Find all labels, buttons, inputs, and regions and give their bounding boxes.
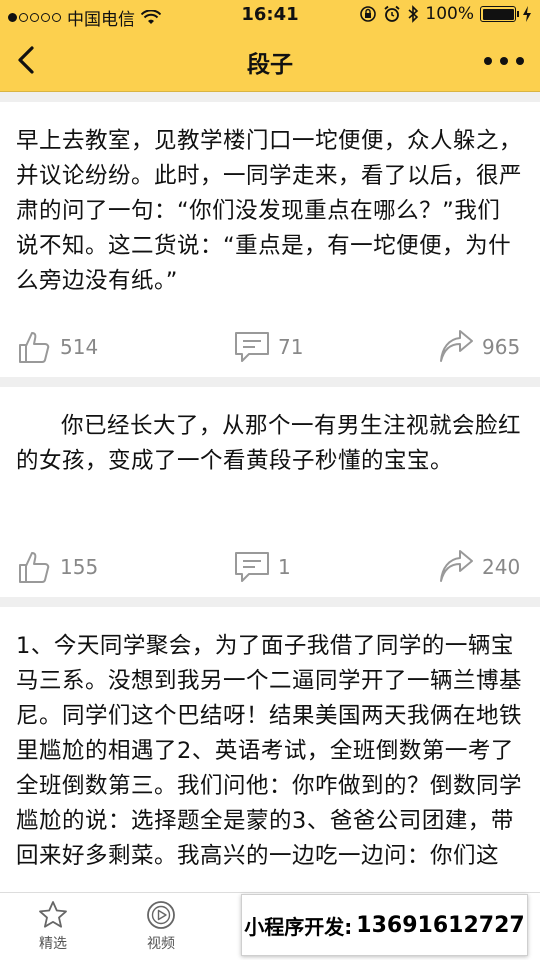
- post-card: 早上去教室，见教学楼门口一坨便便，众人躲之，并议论纷纷。此时，一同学走来，看了以…: [0, 102, 540, 377]
- alarm-icon: [384, 5, 400, 22]
- battery-icon: [480, 6, 519, 22]
- post-actions: 514 71 965: [0, 317, 540, 377]
- battery-percent: 100%: [425, 4, 474, 24]
- tab-label: 精选: [39, 936, 67, 952]
- post-card: 你已经长大了，从那个一有男生注视就会脸红的女孩，变成了一个看黄段子秒懂的宝宝。 …: [0, 387, 540, 597]
- post-card: 1、今天同学聚会，为了面子我借了同学的一辆宝马三系。没想到我另一个二逼同学开了一…: [0, 607, 540, 892]
- promo-overlay: 小程序开发: 13691612727: [241, 894, 528, 956]
- comment-count: 1: [278, 555, 291, 579]
- promo-phone: 13691612727: [356, 912, 525, 938]
- joke-feed[interactable]: 早上去教室，见教学楼门口一坨便便，众人躲之，并议论纷纷。此时，一同学走来，看了以…: [0, 92, 540, 892]
- rotation-lock-icon: [360, 6, 377, 22]
- thumbs-up-icon: [19, 552, 50, 583]
- comment-button[interactable]: 1: [234, 549, 291, 585]
- post-text: 1、今天同学聚会，为了面子我借了同学的一辆宝马三系。没想到我另一个二逼同学开了一…: [16, 633, 523, 869]
- comment-bubble-icon: [235, 332, 269, 362]
- share-count: 240: [482, 555, 521, 579]
- nav-bar: 段子: [0, 30, 540, 92]
- star-icon: [39, 901, 67, 928]
- like-count: 514: [60, 335, 99, 359]
- share-button[interactable]: 965: [438, 329, 520, 365]
- tab-featured[interactable]: 精选: [8, 899, 98, 953]
- video-play-icon: [147, 901, 175, 929]
- share-count: 965: [482, 335, 521, 359]
- post-actions: 155 1 240: [0, 537, 540, 597]
- promo-label: 小程序开发:: [244, 914, 353, 939]
- comment-count: 71: [278, 335, 304, 359]
- like-count: 155: [60, 555, 99, 579]
- status-right: 100%: [359, 4, 532, 24]
- comment-button[interactable]: 71: [234, 329, 303, 365]
- status-bar: 中国电信 16:41 100%: [0, 0, 540, 30]
- comment-bubble-icon: [235, 552, 269, 582]
- post-text: 你已经长大了，从那个一有男生注视就会脸红的女孩，变成了一个看黄段子秒懂的宝宝。: [16, 413, 522, 474]
- share-arrow-icon: [440, 550, 473, 582]
- page-title: 段子: [247, 52, 293, 78]
- share-button[interactable]: 240: [438, 549, 520, 585]
- like-button[interactable]: 514: [16, 329, 98, 365]
- thumbs-up-icon: [19, 332, 50, 363]
- bluetooth-icon: [408, 5, 419, 23]
- more-options-icon[interactable]: [484, 46, 524, 76]
- tab-label: 视频: [147, 936, 175, 952]
- charging-icon: [523, 6, 531, 22]
- like-button[interactable]: 155: [16, 549, 98, 585]
- post-text: 早上去教室，见教学楼门口一坨便便，众人躲之，并议论纷纷。此时，一同学走来，看了以…: [16, 128, 523, 294]
- tab-video[interactable]: 视频: [116, 899, 206, 953]
- share-arrow-icon: [440, 330, 473, 362]
